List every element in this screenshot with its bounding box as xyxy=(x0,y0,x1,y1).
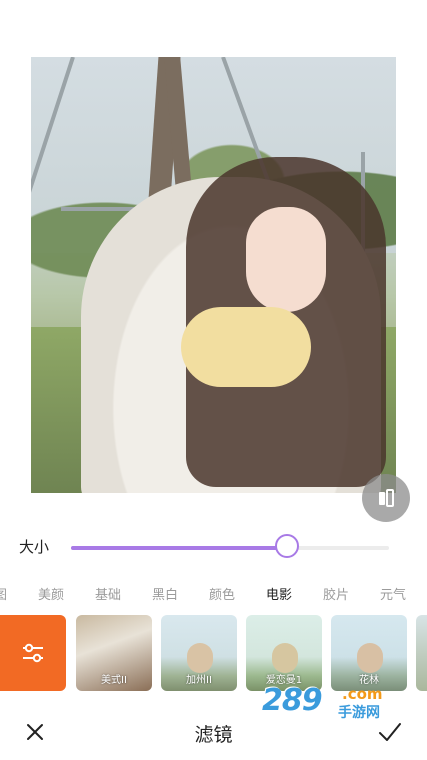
tab-5[interactable]: 电影 xyxy=(266,584,292,603)
size-slider-row: 大小 xyxy=(0,530,427,564)
slider-label: 大小 xyxy=(19,538,50,556)
filter-item[interactable]: 花林 xyxy=(331,615,407,691)
filter-item[interactable]: 美式II xyxy=(76,615,152,691)
photo-preview-area xyxy=(0,0,427,522)
tab-1[interactable]: 美颜 xyxy=(38,584,64,603)
filter-label: 美式II xyxy=(101,675,127,686)
filter-item[interactable] xyxy=(416,615,427,691)
check-icon xyxy=(379,723,401,741)
edited-photo xyxy=(31,57,396,493)
compare-button[interactable] xyxy=(362,474,410,522)
tab-4[interactable]: 颜色 xyxy=(209,584,235,603)
filter-list: 美式II 加州II 爱恋曼1 花林 xyxy=(0,615,427,693)
tab-7[interactable]: 元气 xyxy=(380,584,406,603)
tab-0[interactable]: 图 xyxy=(0,584,7,603)
size-slider-fill xyxy=(71,546,288,550)
tab-3[interactable]: 黑白 xyxy=(152,584,178,603)
filter-category-tabs: 图 美颜 基础 黑白 颜色 电影 胶片 元气 xyxy=(0,578,427,606)
size-slider-track[interactable] xyxy=(71,534,389,558)
confirm-button[interactable] xyxy=(377,721,403,743)
filter-label: 加州II xyxy=(186,675,212,686)
filter-item[interactable]: 加州II xyxy=(161,615,237,691)
size-slider-thumb[interactable] xyxy=(275,534,300,558)
compare-icon xyxy=(379,489,394,507)
page-title: 滤镜 xyxy=(194,724,233,746)
filter-adjust-button[interactable] xyxy=(0,615,66,691)
filter-item[interactable]: 爱恋曼1 xyxy=(246,615,322,691)
tab-2[interactable]: 基础 xyxy=(95,584,121,603)
sliders-icon xyxy=(23,643,43,663)
tab-6[interactable]: 胶片 xyxy=(323,584,349,603)
bottom-bar: 滤镜 xyxy=(0,705,427,760)
